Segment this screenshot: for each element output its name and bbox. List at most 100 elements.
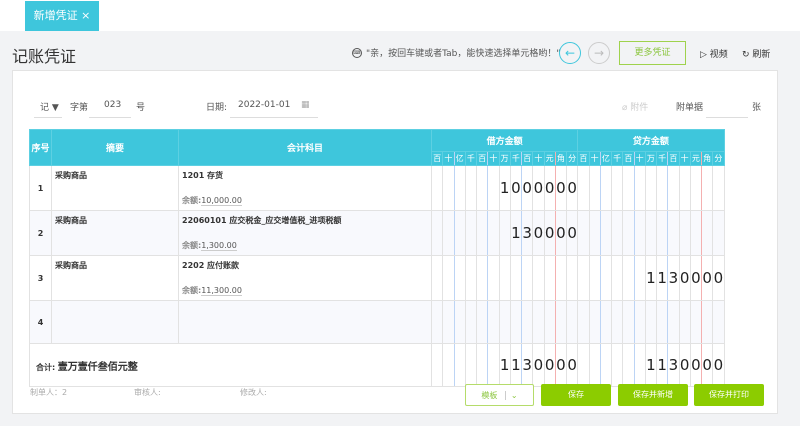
amount-digit-cell[interactable]: [678, 300, 691, 344]
amount-digit-cell[interactable]: 1: [498, 165, 511, 211]
amount-digit-cell[interactable]: [577, 300, 590, 344]
amount-digit-cell[interactable]: [633, 300, 646, 344]
amount-digit-cell[interactable]: [689, 210, 703, 256]
amount-digit-cell[interactable]: [453, 210, 466, 256]
amount-digit-cell[interactable]: [453, 300, 466, 344]
amount-digit-cell[interactable]: 1: [655, 255, 669, 301]
amount-digit-cell[interactable]: [453, 165, 466, 211]
amount-digit-cell[interactable]: [577, 255, 590, 301]
amount-digit-cell[interactable]: 0: [712, 255, 725, 301]
amount-digit-cell[interactable]: [577, 165, 590, 211]
amount-digit-cell[interactable]: [464, 255, 478, 301]
amount-digit-cell[interactable]: 0: [689, 255, 703, 301]
amount-digit-cell[interactable]: [610, 165, 624, 211]
amount-digit-cell[interactable]: [442, 165, 455, 211]
amount-digit-cell[interactable]: [655, 300, 669, 344]
amount-digit-cell[interactable]: [644, 165, 658, 211]
more-vouchers-button[interactable]: 更多凭证: [619, 41, 686, 65]
amount-digit-cell[interactable]: 0: [532, 343, 545, 387]
chevron-down-icon[interactable]: ⌄: [504, 391, 518, 400]
amount-digit-cell[interactable]: [588, 300, 601, 344]
amount-digit-cell[interactable]: 0: [565, 165, 579, 211]
summary-cell[interactable]: 采购商品: [51, 255, 179, 301]
amount-digit-cell[interactable]: 1: [644, 255, 658, 301]
account-cell[interactable]: [178, 300, 432, 344]
amount-digit-cell[interactable]: [588, 343, 601, 387]
amount-digit-cell[interactable]: [599, 255, 613, 301]
amount-digit-cell[interactable]: [633, 343, 646, 387]
amount-digit-cell[interactable]: [498, 300, 511, 344]
amount-digit-cell[interactable]: [498, 210, 511, 256]
amount-digit-cell[interactable]: [487, 300, 500, 344]
amount-digit-cell[interactable]: 0: [543, 165, 556, 211]
amount-digit-cell[interactable]: 0: [712, 343, 725, 387]
amount-digit-cell[interactable]: 0: [700, 343, 714, 387]
amount-digit-cell[interactable]: [475, 343, 489, 387]
amount-digit-cell[interactable]: [464, 210, 478, 256]
amount-digit-cell[interactable]: 0: [532, 165, 545, 211]
amount-digit-cell[interactable]: 3: [520, 210, 534, 256]
amount-digit-cell[interactable]: 1: [498, 343, 511, 387]
tab-new-voucher[interactable]: 新增凭证 ×: [25, 1, 99, 31]
account-cell[interactable]: 2202 应付账款 余额:11,300.00: [178, 255, 432, 301]
amount-digit-cell[interactable]: [610, 210, 624, 256]
amount-digit-cell[interactable]: [520, 255, 534, 301]
amount-digit-cell[interactable]: 0: [543, 343, 556, 387]
amount-digit-cell[interactable]: [430, 165, 444, 211]
amount-digit-cell[interactable]: [487, 210, 500, 256]
amount-digit-cell[interactable]: 0: [678, 343, 691, 387]
amount-digit-cell[interactable]: [509, 255, 523, 301]
amount-digit-cell[interactable]: [633, 210, 646, 256]
amount-digit-cell[interactable]: [622, 343, 635, 387]
attach-button[interactable]: ⌀ 附件: [622, 100, 648, 113]
amount-digit-cell[interactable]: [442, 210, 455, 256]
amount-digit-cell[interactable]: [700, 165, 714, 211]
amount-digit-cell[interactable]: [712, 300, 725, 344]
summary-cell[interactable]: 采购商品: [51, 210, 179, 256]
amount-digit-cell[interactable]: [442, 300, 455, 344]
amount-digit-cell[interactable]: [610, 255, 624, 301]
amount-digit-cell[interactable]: [622, 255, 635, 301]
template-dropdown[interactable]: 模板 ⌄: [465, 384, 534, 406]
amount-digit-cell[interactable]: [487, 255, 500, 301]
amount-digit-cell[interactable]: [622, 210, 635, 256]
account-cell[interactable]: 22060101 应交税金_应交增值税_进项税额 余额:1,300.00: [178, 210, 432, 256]
amount-digit-cell[interactable]: [464, 165, 478, 211]
amount-digit-cell[interactable]: [543, 300, 556, 344]
amount-digit-cell[interactable]: [565, 300, 579, 344]
amount-digit-cell[interactable]: [622, 300, 635, 344]
amount-digit-cell[interactable]: [577, 343, 590, 387]
amount-digit-cell[interactable]: [430, 300, 444, 344]
amount-digit-cell[interactable]: 0: [532, 210, 545, 256]
amount-digit-cell[interactable]: [532, 255, 545, 301]
amount-digit-cell[interactable]: 3: [520, 343, 534, 387]
account-cell[interactable]: 1201 存货 余额:10,000.00: [178, 165, 432, 211]
amount-digit-cell[interactable]: [520, 300, 534, 344]
amount-digit-cell[interactable]: [655, 165, 669, 211]
refresh-link[interactable]: ↻ 刷新: [742, 47, 770, 60]
amount-digit-cell[interactable]: [475, 255, 489, 301]
amount-digit-cell[interactable]: [543, 255, 556, 301]
amount-digit-cell[interactable]: [588, 210, 601, 256]
amount-digit-cell[interactable]: 0: [565, 210, 579, 256]
save-print-button[interactable]: 保存并打印: [694, 384, 764, 406]
amount-digit-cell[interactable]: [599, 210, 613, 256]
amount-digit-cell[interactable]: [487, 343, 500, 387]
amount-digit-cell[interactable]: [475, 210, 489, 256]
amount-digit-cell[interactable]: 0: [689, 343, 703, 387]
amount-digit-cell[interactable]: 1: [655, 343, 669, 387]
amount-digit-cell[interactable]: [554, 300, 568, 344]
amount-digit-cell[interactable]: [498, 255, 511, 301]
amount-digit-cell[interactable]: [644, 210, 658, 256]
amount-digit-cell[interactable]: [599, 343, 613, 387]
amount-digit-cell[interactable]: [633, 165, 646, 211]
amount-digit-cell[interactable]: [712, 165, 725, 211]
amount-digit-cell[interactable]: [588, 165, 601, 211]
amount-digit-cell[interactable]: 0: [554, 165, 568, 211]
save-new-button[interactable]: 保存并新增: [618, 384, 688, 406]
amount-digit-cell[interactable]: [565, 255, 579, 301]
amount-digit-cell[interactable]: [442, 255, 455, 301]
amount-digit-cell[interactable]: 0: [565, 343, 579, 387]
summary-cell[interactable]: 采购商品: [51, 165, 179, 211]
amount-digit-cell[interactable]: [554, 255, 568, 301]
